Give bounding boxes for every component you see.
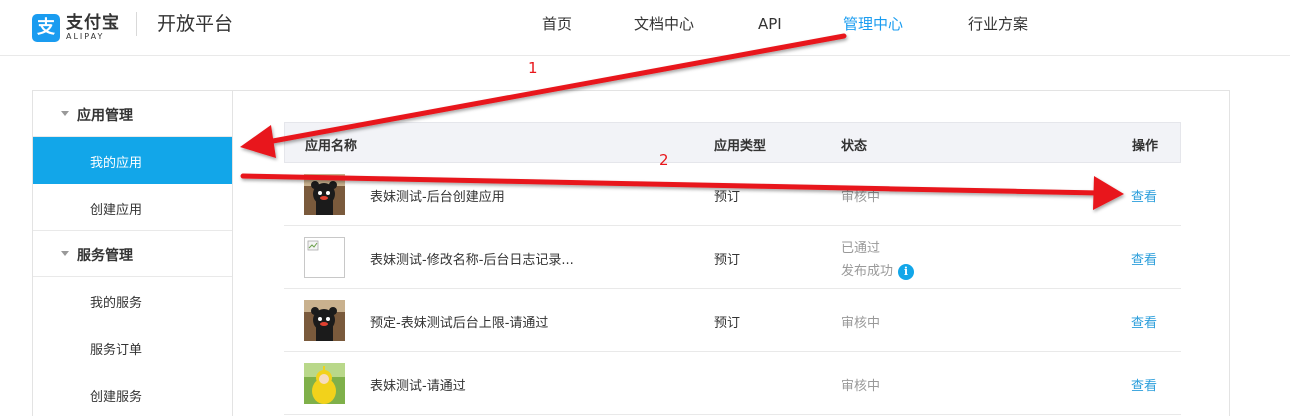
caret-down-icon [61,251,69,256]
app-name: 预定-表妹测试后台上限-请通过 [370,316,549,331]
sidebar-item-service-orders[interactable]: 服务订单 [33,324,232,371]
app-status: 审核中 [841,190,881,205]
publish-status-text: 发布成功 [841,264,894,279]
nav-management[interactable]: 管理中心 [843,14,903,34]
table-header: 应用名称 应用类型 状态 操作 [284,122,1181,163]
col-header-status: 状态 [841,139,868,154]
sidebar-item-my-apps[interactable]: 我的应用 [33,137,232,184]
apps-table: 应用名称 应用类型 状态 操作 表妹测试-后台创建应用 预订 审核中 查看 表妹… [284,122,1181,415]
app-status: 已通过 [841,241,881,256]
caret-down-icon [61,111,69,116]
top-navbar: 支 支付宝 ALIPAY 开放平台 首页 文档中心 API 管理中心 行业方案 [0,0,1290,56]
col-header-type: 应用类型 [714,139,767,154]
main-nav: 首页 文档中心 API 管理中心 行业方案 [0,14,1290,36]
sidebar: 应用管理 我的应用 创建应用 服务管理 我的服务 服务订单 创建服务 [33,91,233,416]
sidebar-group-title: 应用管理 [77,108,133,124]
sidebar-item-label: 创建服务 [90,390,143,405]
view-link[interactable]: 查看 [1131,186,1157,205]
annotation-label-1: 1 [528,59,538,77]
sidebar-item-label: 我的应用 [90,156,143,171]
app-thumbnail-broken [304,237,345,278]
app-name: 表妹测试-请通过 [370,379,466,394]
view-link[interactable]: 查看 [1131,249,1157,268]
nav-home[interactable]: 首页 [542,14,572,34]
app-type: 预订 [714,190,741,205]
info-icon[interactable]: i [898,263,915,280]
sidebar-item-my-services[interactable]: 我的服务 [33,277,232,324]
table-row: 预定-表妹测试后台上限-请通过 预订 审核中 查看 [284,289,1181,352]
sidebar-group-app-mgmt[interactable]: 应用管理 [33,91,232,137]
table-row: 表妹测试-后台创建应用 预订 审核中 查看 [284,163,1181,226]
sidebar-group-title: 服务管理 [77,248,133,264]
app-type: 预订 [714,316,741,331]
view-link[interactable]: 查看 [1131,375,1157,394]
app-name: 表妹测试-后台创建应用 [370,190,505,205]
table-row: 表妹测试-请通过 审核中 查看 [284,352,1181,415]
col-header-name: 应用名称 [305,139,358,154]
sidebar-item-label: 我的服务 [90,296,143,311]
sidebar-group-service-mgmt[interactable]: 服务管理 [33,231,232,277]
view-link[interactable]: 查看 [1131,312,1157,331]
app-status: 审核中 [841,379,881,394]
sidebar-item-label: 创建应用 [90,203,143,218]
content-frame: 应用管理 我的应用 创建应用 服务管理 我的服务 服务订单 创建服务 应用名称 … [32,90,1230,416]
nav-api[interactable]: API [758,14,782,34]
table-row: 表妹测试-修改名称-后台日志记录... 预订 已通过 发布成功 i 查看 [284,226,1181,289]
app-type: 预订 [714,253,741,268]
app-name: 表妹测试-修改名称-后台日志记录... [370,253,574,268]
nav-docs[interactable]: 文档中心 [634,14,694,34]
sidebar-item-create-app[interactable]: 创建应用 [33,184,232,231]
sidebar-item-create-service[interactable]: 创建服务 [33,371,232,416]
app-publish-status: 发布成功 i [841,260,915,280]
app-status: 审核中 [841,316,881,331]
app-thumbnail [304,363,345,404]
nav-solutions[interactable]: 行业方案 [968,14,1028,34]
app-thumbnail [304,300,345,341]
app-thumbnail [304,174,345,215]
sidebar-item-label: 服务订单 [90,343,143,358]
col-header-action: 操作 [1132,139,1159,154]
